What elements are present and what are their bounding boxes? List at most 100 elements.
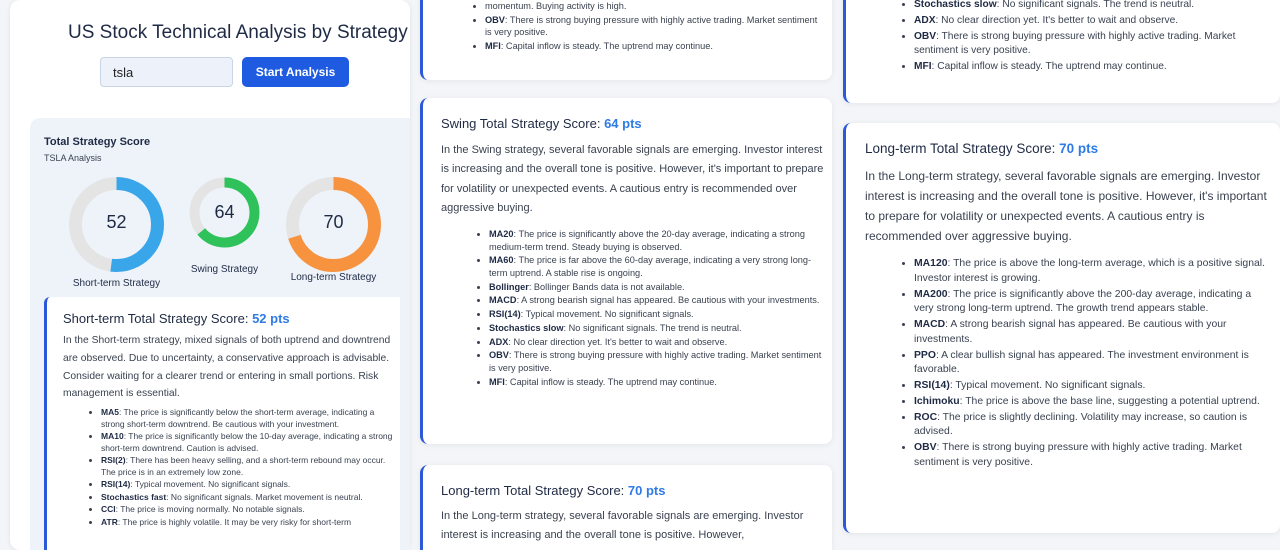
long-term-mid-description: In the Long-term strategy, several favor… — [441, 510, 804, 542]
indicator-name: CCI — [101, 504, 116, 515]
indicator-text: : Typical movement. No significant signa… — [520, 309, 694, 320]
indicator-item: CCI: The price is moving normally. No no… — [101, 504, 395, 516]
ticker-input[interactable] — [100, 57, 233, 87]
long-term-card-title: Long-term Total Strategy Score: 70 pts — [865, 141, 1098, 156]
long-term-indicator-list: MA120: The price is above the long-term … — [914, 257, 1270, 472]
indicator-item: MFI: Capital inflow is steady. The uptre… — [914, 60, 1274, 75]
indicator-name: Stochastics slow — [489, 322, 564, 333]
short-term-indicator-list: MA5: The price is significantly below th… — [101, 407, 395, 529]
indicator-item: Stochastics slow: No significant signals… — [914, 0, 1274, 13]
indicator-text: : The price is slightly declining. Volat… — [914, 411, 1248, 438]
indicator-name: MA60 — [489, 255, 514, 266]
indicator-item: MACD: A strong bearish signal has appear… — [914, 318, 1270, 348]
long-term-mid-title-text: Long-term Total Strategy Score: — [441, 483, 628, 498]
short-term-card-title: Short-term Total Strategy Score: 52 pts — [63, 311, 290, 326]
swing-title-text: Swing Total Strategy Score: — [441, 116, 605, 131]
indicator-name: RSI(2) — [101, 455, 126, 466]
indicator-text: : No clear direction yet. It's better to… — [935, 14, 1179, 26]
indicator-text: : Capital inflow is steady. The uptrend … — [504, 376, 717, 387]
indicator-text: : There is strong buying pressure with h… — [914, 442, 1242, 468]
swing-indicator-list: MA20: The price is significantly above t… — [489, 228, 825, 389]
indicator-text: : There is strong buying pressure with h… — [485, 14, 818, 38]
indicator-item: MFI: Capital inflow is steady. The uptre… — [489, 376, 825, 389]
long-term-donut: 70 Long-term Strategy — [285, 176, 382, 283]
indicator-name: Bollinger — [489, 281, 529, 292]
swing-pts: 64 pts — [604, 116, 642, 131]
long-term-title-text: Long-term Total Strategy Score: — [865, 141, 1060, 156]
indicator-text: : The price is above the long-term avera… — [914, 258, 1265, 284]
indicator-item: Bollinger: Bollinger Bands data is not a… — [489, 281, 825, 294]
indicator-text: : The price is significantly above the 2… — [914, 288, 1252, 315]
indicator-text: : No significant signals. Market movemen… — [166, 491, 363, 502]
short-term-pts: 52 pts — [252, 311, 290, 326]
short-term-score-value: 52 — [106, 212, 127, 232]
start-analysis-button[interactable]: Start Analysis — [242, 57, 349, 87]
indicator-text: momentum. Buying activity is high. — [485, 1, 627, 11]
indicator-name: OBV — [485, 14, 505, 25]
indicator-item: OBV: There is strong buying pressure wit… — [489, 349, 825, 374]
top-right-card: Stochastics slow: No significant signals… — [843, 0, 1280, 103]
top-middle-indicator-list: momentum. Buying activity is high. OBV: T… — [485, 0, 825, 54]
long-term-detail-card: Long-term Total Strategy Score: 70 pts I… — [843, 123, 1280, 533]
swing-detail-card: Swing Total Strategy Score: 64 pts In th… — [420, 98, 832, 444]
indicator-name: Stochastics fast — [101, 491, 167, 502]
indicator-name: ADX — [914, 14, 936, 26]
indicator-item: ROC: The price is slightly declining. Vo… — [914, 411, 1270, 441]
indicator-item: RSI(14): Typical movement. No significan… — [101, 479, 395, 491]
short-term-detail-card: Short-term Total Strategy Score: 52 pts … — [44, 297, 400, 550]
indicator-name: MA20 — [489, 229, 514, 239]
long-term-mid-card-title: Long-term Total Strategy Score: 70 pts — [441, 483, 666, 498]
indicator-text: : There is strong buying pressure with h… — [914, 30, 1236, 57]
page-title: US Stock Technical Analysis by Strategy — [68, 22, 408, 43]
indicator-name: MA5 — [101, 407, 119, 417]
indicator-item: ADX: No clear direction yet. It's better… — [914, 14, 1274, 29]
long-term-mid-pts: 70 pts — [627, 483, 666, 498]
indicator-text: : No clear direction yet. It's better to… — [508, 336, 728, 347]
indicator-text: : Typical movement. No significant signa… — [130, 479, 291, 490]
indicator-name: MFI — [914, 61, 932, 73]
indicator-text: : Typical movement. No significant signa… — [949, 380, 1146, 392]
indicator-name: ROC — [914, 411, 938, 423]
indicator-item: ADX: No clear direction yet. It's better… — [489, 336, 825, 349]
indicator-text: : A strong bearish signal has appeared. … — [914, 319, 1227, 345]
indicator-name: OBV — [914, 442, 937, 454]
indicator-name: MA120 — [914, 258, 948, 269]
indicator-text: : No significant signals. The trend is n… — [563, 322, 742, 333]
short-term-description: In the Short-term strategy, mixed signal… — [63, 335, 391, 400]
indicator-text: : The price is moving normally. No notab… — [115, 504, 305, 515]
indicator-name: RSI(14) — [489, 309, 521, 320]
indicator-name: MFI — [489, 376, 505, 387]
indicator-name: OBV — [489, 350, 509, 361]
indicator-text: : The price is significantly below the 1… — [101, 431, 393, 453]
swing-description: In the Swing strategy, several favorable… — [441, 144, 824, 214]
long-term-pts: 70 pts — [1059, 141, 1099, 156]
indicator-name: Ichimoku — [914, 395, 960, 407]
indicator-text: : The price is above the base line, sugg… — [959, 395, 1260, 407]
left-panel: US Stock Technical Analysis by Strategy … — [10, 0, 410, 550]
indicator-item: MACD: A strong bearish signal has appear… — [489, 294, 825, 307]
indicator-name: MACD — [914, 319, 946, 331]
indicator-item: MA120: The price is above the long-term … — [914, 257, 1270, 287]
top-middle-card: momentum. Buying activity is high. OBV: T… — [420, 0, 832, 80]
indicator-text: : The price is significantly above the 2… — [489, 229, 805, 252]
short-term-title-text: Short-term Total Strategy Score: — [63, 311, 253, 326]
indicator-text: : The price is significantly below the s… — [101, 407, 375, 429]
indicator-name: PPO — [914, 349, 936, 361]
top-right-indicator-list: Stochastics slow: No significant signals… — [914, 0, 1274, 76]
indicator-item: OBV: There is strong buying pressure wit… — [914, 441, 1270, 471]
indicator-item: ATR: The price is highly volatile. It ma… — [101, 517, 395, 529]
app-root: US Stock Technical Analysis by Strategy … — [0, 0, 1280, 550]
indicator-item: MA10: The price is significantly below t… — [101, 431, 395, 454]
indicator-name: RSI(14) — [101, 479, 131, 490]
indicator-item: Stochastics fast: No significant signals… — [101, 492, 395, 504]
indicator-name: MA10 — [101, 431, 124, 442]
long-term-score-label: Long-term Strategy — [290, 272, 377, 283]
indicator-item: MFI: Capital inflow is steady. The uptre… — [485, 40, 825, 53]
indicator-name: ADX — [489, 336, 509, 347]
total-score-title: Total Strategy Score — [44, 136, 151, 148]
total-score-subtitle: TSLA Analysis — [44, 153, 102, 163]
indicator-item: PPO: A clear bullish signal has appeared… — [914, 349, 1270, 379]
indicator-item: OBV: There is strong buying pressure wit… — [485, 14, 825, 39]
indicator-item: MA200: The price is significantly above … — [914, 288, 1270, 318]
indicator-text: : Capital inflow is steady. The uptrend … — [500, 41, 713, 52]
